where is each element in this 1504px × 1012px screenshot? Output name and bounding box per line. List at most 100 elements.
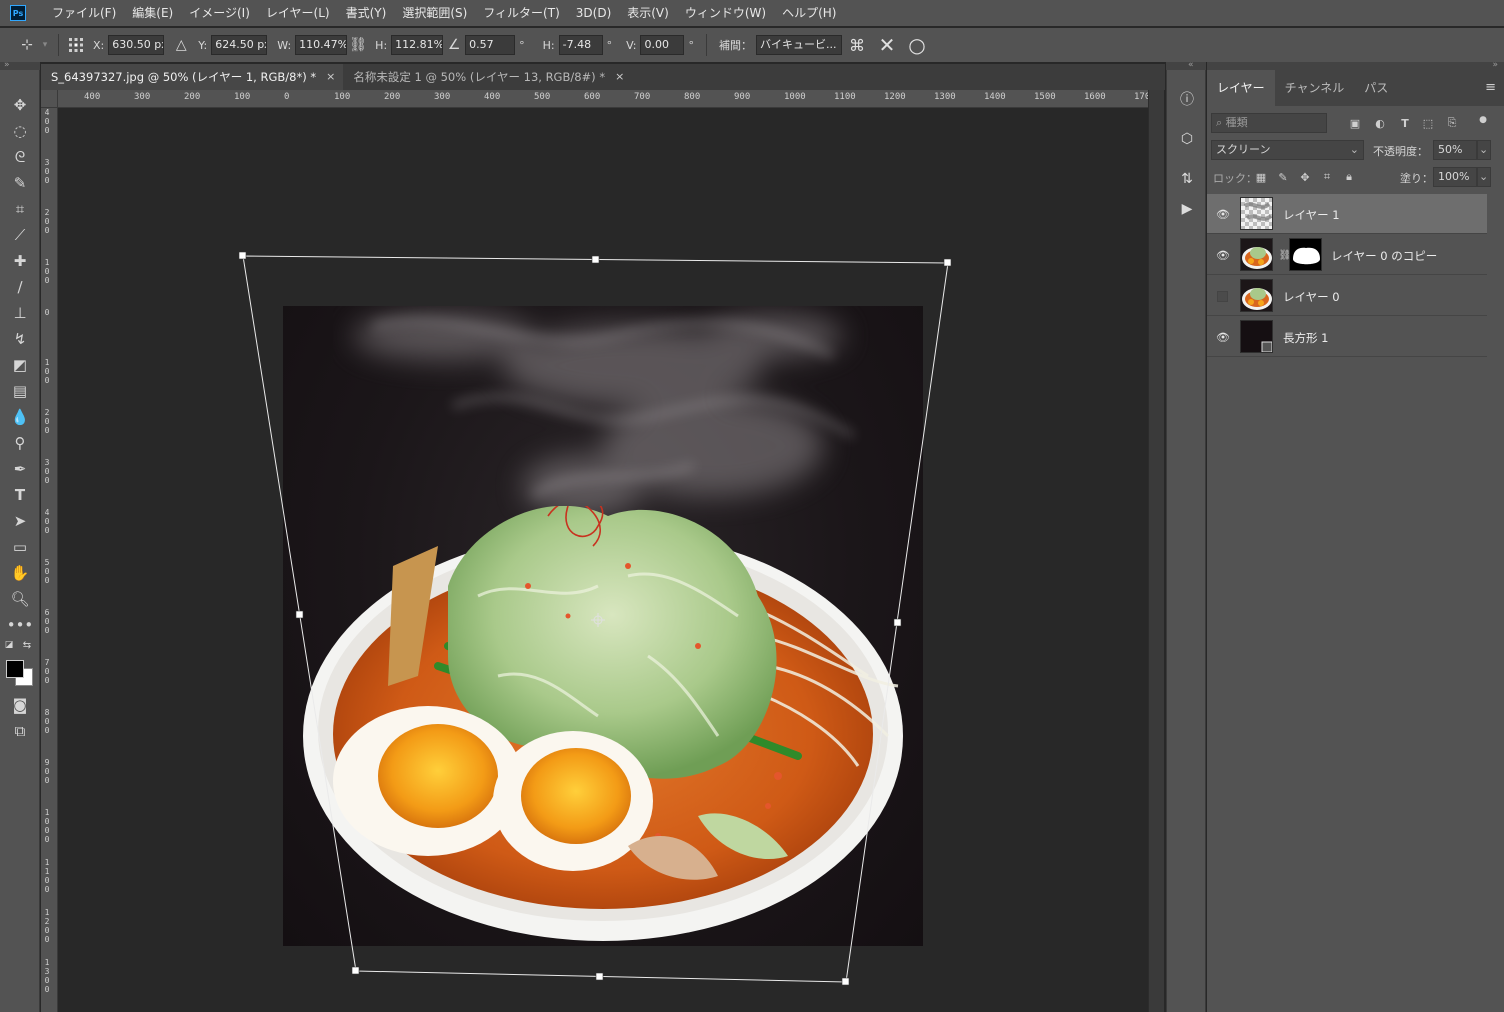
tab-paths[interactable]: パス [1354, 70, 1398, 106]
marquee-tool-icon[interactable]: ◌ [8, 120, 32, 142]
lasso-tool-icon[interactable]: ᘓ [8, 146, 32, 168]
menu-layer[interactable]: レイヤー(L) [258, 0, 338, 26]
more-tools-icon[interactable]: ••• [7, 614, 34, 636]
relative-position-icon[interactable]: △ [170, 34, 192, 56]
foreground-color-swatch[interactable] [6, 660, 24, 678]
menu-3d[interactable]: 3D(D) [568, 0, 619, 26]
filter-shape-icon[interactable]: ⬚ [1420, 115, 1436, 131]
visibility-eye-icon[interactable]: 👁︎ [1215, 329, 1231, 345]
y-position-field[interactable]: 624.50 px [211, 35, 268, 55]
filter-smart-object-icon[interactable]: ⎘ [1444, 115, 1460, 131]
menu-window[interactable]: ウィンドウ(W) [677, 0, 774, 26]
tab-close-icon[interactable]: × [326, 64, 335, 90]
reference-point-icon[interactable] [65, 34, 87, 56]
properties-panel-icon[interactable]: ⇅ [1176, 168, 1198, 190]
fill-chevron-icon[interactable]: ⌄ [1477, 167, 1491, 187]
layer-name[interactable]: レイヤー 1 [1283, 207, 1340, 223]
horizontal-skew-field[interactable]: -7.48 [558, 35, 603, 55]
layer-name[interactable]: レイヤー 0 のコピー [1331, 248, 1437, 264]
document-canvas[interactable] [283, 306, 923, 946]
ruler-origin[interactable] [41, 90, 58, 108]
menu-type[interactable]: 書式(Y) [338, 0, 395, 26]
lock-position-icon[interactable]: ✥ [1297, 169, 1313, 185]
filter-pixel-icon[interactable]: ▣ [1347, 115, 1363, 131]
gradient-tool-icon[interactable]: ▤ [8, 380, 32, 402]
visibility-eye-icon[interactable]: 👁︎ [1215, 247, 1231, 263]
menu-select[interactable]: 選択範囲(S) [394, 0, 475, 26]
actions-play-icon[interactable]: ▶ [1176, 198, 1198, 220]
horizontal-ruler[interactable]: 400 300 200 100 0 100 200 300 400 500 600 700 800 900… [58, 90, 1148, 108]
clone-stamp-tool-icon[interactable]: ⊥ [8, 302, 32, 324]
tab-layers[interactable]: レイヤー [1207, 70, 1275, 106]
tool-preset-chevron-icon[interactable]: ▾ [38, 34, 52, 56]
swap-colors-icon[interactable]: ⇆ [20, 638, 34, 652]
filter-adjustment-icon[interactable]: ◐ [1372, 115, 1388, 131]
filter-toggle-icon[interactable]: ● [1475, 112, 1491, 128]
dodge-tool-icon[interactable]: ⚲ [8, 432, 32, 454]
warp-mode-icon[interactable]: ⌘ [842, 31, 872, 59]
iconpanel-collapse-strip[interactable]: « [1166, 60, 1206, 70]
menu-help[interactable]: ヘルプ(H) [774, 0, 844, 26]
pen-tool-icon[interactable]: ✒ [8, 458, 32, 480]
screen-mode-icon[interactable]: ⧉ [8, 720, 32, 742]
commit-transform-button[interactable]: ○ [902, 31, 932, 59]
vertical-skew-field[interactable]: 0.00 [640, 35, 685, 55]
3d-panel-icon[interactable]: ⬡ [1176, 128, 1198, 150]
fill-field[interactable]: 100% [1433, 167, 1477, 187]
crop-tool-icon[interactable]: ⌗ [8, 198, 32, 220]
layer-kind-filter[interactable]: ⌕ 種類 [1211, 113, 1327, 133]
history-brush-tool-icon[interactable]: ↯ [8, 328, 32, 350]
filter-type-icon[interactable]: T [1397, 115, 1413, 131]
menu-edit[interactable]: 編集(E) [124, 0, 181, 26]
info-panel-icon[interactable]: ⓘ [1176, 88, 1198, 110]
visibility-eye-icon[interactable]: 👁︎ [1215, 206, 1231, 222]
menu-file[interactable]: ファイル(F) [44, 0, 124, 26]
eyedropper-tool-icon[interactable]: ⟋ [8, 224, 32, 246]
lock-image-icon[interactable]: ✎ [1275, 169, 1291, 185]
brush-tool-icon[interactable]: ∕ [8, 276, 32, 298]
blend-mode-select[interactable]: スクリーン ⌄ [1211, 140, 1364, 160]
tab-close-icon[interactable]: × [615, 64, 624, 90]
panel-menu-icon[interactable]: ≡ [1485, 80, 1496, 95]
opacity-field[interactable]: 50% [1433, 140, 1477, 160]
layer-row[interactable]: 👁︎ 長方形 1 [1207, 317, 1487, 357]
visibility-toggle-off[interactable] [1217, 291, 1228, 302]
panel-collapse-strip[interactable]: » [1207, 60, 1504, 70]
layer-mask-thumbnail[interactable] [1289, 238, 1322, 271]
rectangle-tool-icon[interactable]: ▭ [8, 536, 32, 558]
quick-mask-icon[interactable]: ◙ [8, 694, 32, 716]
move-tool-icon[interactable]: ✥ [8, 94, 32, 116]
hand-tool-icon[interactable]: ✋ [8, 562, 32, 584]
cancel-transform-button[interactable]: ✕ [872, 31, 902, 59]
lock-transparent-icon[interactable]: ▦ [1253, 169, 1269, 185]
lock-all-icon[interactable]: 🔒︎ [1341, 169, 1357, 185]
zoom-tool-icon[interactable]: 🔍︎ [8, 588, 32, 610]
quick-select-tool-icon[interactable]: ✎ [8, 172, 32, 194]
height-field[interactable]: 112.81% [391, 35, 444, 55]
layer-name[interactable]: レイヤー 0 [1283, 289, 1340, 305]
lock-artboard-icon[interactable]: ⌗ [1319, 169, 1335, 185]
opacity-chevron-icon[interactable]: ⌄ [1477, 140, 1491, 160]
x-position-field[interactable]: 630.50 px [108, 35, 165, 55]
type-tool-icon[interactable]: T [8, 484, 32, 506]
tab-document-2[interactable]: 名称未設定 1 @ 50% (レイヤー 13, RGB/8#) * × [343, 64, 632, 90]
layer-row[interactable]: レイヤー 0 [1207, 276, 1487, 316]
layer-row[interactable]: 👁︎ レイヤー 1 [1207, 194, 1487, 234]
vertical-ruler[interactable]: 4 0 0 3 0 0 2 0 0 1 0 0 0 1 0 0 2 0 0 3 0 0 4 0 … [41, 108, 58, 1012]
interpolation-select[interactable]: バイキュービ... [755, 35, 842, 55]
menu-view[interactable]: 表示(V) [619, 0, 677, 26]
default-colors-icon[interactable]: ◪ [2, 638, 16, 652]
healing-brush-tool-icon[interactable]: ✚ [8, 250, 32, 272]
move-transform-tool-icon[interactable]: ⊹ [16, 34, 38, 56]
rotate-field[interactable]: 0.57 [465, 35, 516, 55]
eraser-tool-icon[interactable]: ◩ [8, 354, 32, 376]
menu-filter[interactable]: フィルター(T) [475, 0, 567, 26]
toolbar-collapse-strip[interactable]: » [0, 60, 40, 70]
menu-image[interactable]: イメージ(I) [181, 0, 258, 26]
blur-tool-icon[interactable]: 💧 [8, 406, 32, 428]
width-field[interactable]: 110.47% [295, 35, 348, 55]
vertical-scrollbar[interactable] [1148, 90, 1164, 1012]
layer-row[interactable]: 👁︎ ⛓ レイヤー 0 のコピー [1207, 235, 1487, 275]
tab-channels[interactable]: チャンネル [1275, 70, 1355, 106]
path-selection-tool-icon[interactable]: ➤ [8, 510, 32, 532]
